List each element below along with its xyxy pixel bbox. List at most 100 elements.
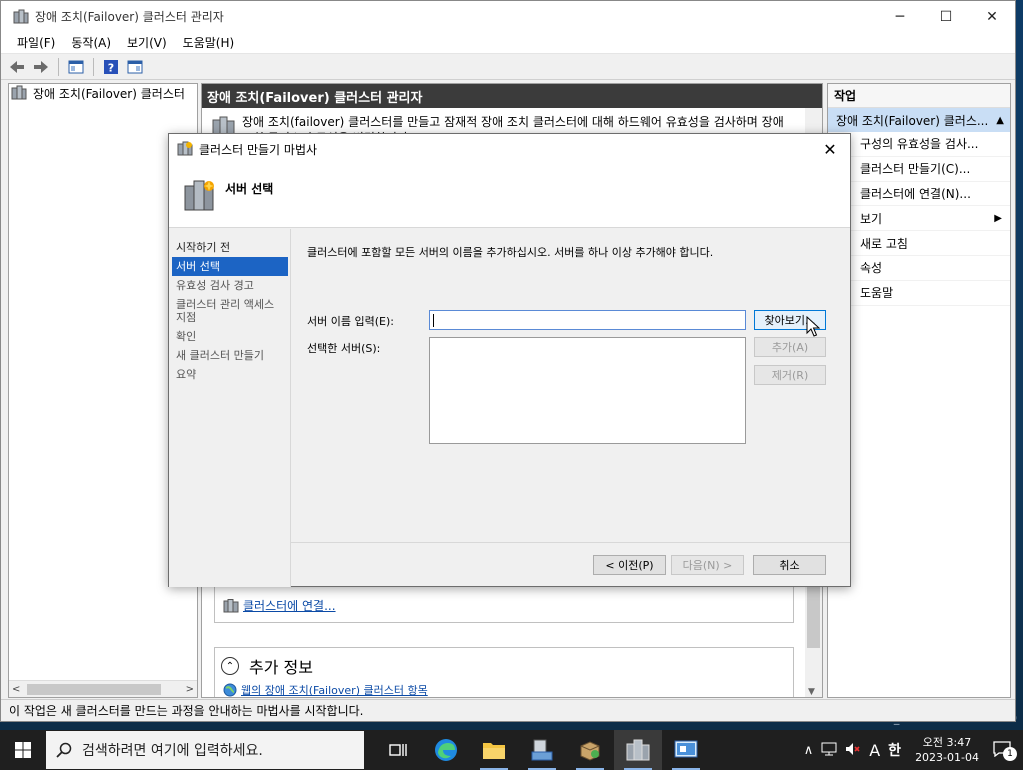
collapse-icon[interactable]: ⌃ <box>221 657 239 675</box>
instruction-text: 클러스터에 포함할 모든 서버의 이름을 추가하십시오. 서버를 하나 이상 추… <box>307 246 714 259</box>
connect-cluster-link[interactable]: 클러스터에 연결... <box>223 597 336 614</box>
remove-button[interactable]: 제거(R) <box>754 365 826 385</box>
action-label: 새로 고침 <box>860 236 908 251</box>
network-icon[interactable] <box>817 742 841 759</box>
console-tree-icon <box>68 60 84 73</box>
search-placeholder: 검색하려면 여기에 입력하세요. <box>82 743 263 759</box>
taskbar-setup-package[interactable] <box>566 730 614 770</box>
taskbar-server-manager[interactable] <box>518 730 566 770</box>
connect-cluster-link-label[interactable]: 클러스터에 연결... <box>243 597 336 614</box>
clock-date: 2023-01-04 <box>915 751 979 764</box>
scroll-thumb[interactable] <box>27 684 161 695</box>
menu-action[interactable]: 동작(A) <box>63 34 119 51</box>
submenu-arrow-icon: ▶ <box>994 212 1002 224</box>
taskbar-file-explorer[interactable] <box>470 730 518 770</box>
create-cluster-wizard: 클러스터 만들기 마법사 ✕ 서버 선택 시작하기 전 서버 선택 유효성 검사… <box>168 133 851 587</box>
taskbar-failover-cluster-manager[interactable] <box>614 730 662 770</box>
wizard-steps: 시작하기 전 서버 선택 유효성 검사 경고 클러스터 관리 액세스 지점 확인… <box>169 229 291 587</box>
cancel-button[interactable]: 취소 <box>753 555 826 575</box>
back-button[interactable] <box>7 57 27 77</box>
action-connect-cluster[interactable]: 클러스터에 연결(N)... <box>828 182 1010 207</box>
action-refresh[interactable]: 새로 고침 <box>828 231 1010 256</box>
mouse-cursor-icon <box>806 316 820 337</box>
server-name-input[interactable] <box>429 310 746 330</box>
actions-pane: 작업 장애 조치(Failover) 클러스... ▲ 구성의 유효성을 검사.… <box>827 83 1011 698</box>
server-manager-icon <box>531 739 553 761</box>
more-info-title: 추가 정보 <box>249 658 313 677</box>
forward-arrow-icon <box>34 60 48 73</box>
window-title: 장애 조치(Failover) 클러스터 관리자 <box>35 10 224 24</box>
scroll-left-icon[interactable]: < <box>12 684 20 695</box>
scroll-right-icon[interactable]: > <box>186 684 194 695</box>
taskbar-remote-desktop[interactable] <box>662 730 710 770</box>
show-tree-button[interactable] <box>66 57 86 77</box>
task-view-icon <box>389 744 407 756</box>
volume-muted-icon[interactable] <box>841 742 865 759</box>
menu-view[interactable]: 보기(V) <box>119 34 175 51</box>
step-select-servers[interactable]: 서버 선택 <box>172 257 288 276</box>
web-topics-link-label[interactable]: 웹의 장애 조치(Failover) 클러스터 항목 <box>241 682 428 697</box>
wizard-close-button[interactable]: ✕ <box>810 140 850 159</box>
forward-button[interactable] <box>31 57 51 77</box>
task-view-button[interactable] <box>374 730 422 770</box>
help-icon: ? <box>104 59 118 74</box>
scroll-down-icon[interactable]: ▼ <box>808 687 815 697</box>
horizontal-scrollbar[interactable]: < > <box>9 680 197 697</box>
ime-mode-indicator[interactable]: A <box>865 741 884 760</box>
selected-servers-list[interactable] <box>429 337 746 444</box>
action-properties[interactable]: 속성 <box>828 256 1010 281</box>
step-creating-cluster: 새 클러스터 만들기 <box>176 349 264 362</box>
more-info-header[interactable]: ⌃ 추가 정보 <box>221 654 313 678</box>
text-caret <box>433 314 434 327</box>
step-validation-warning: 유효성 검사 경고 <box>176 279 254 292</box>
next-button[interactable]: 다음(N) > <box>671 555 744 575</box>
back-arrow-icon <box>10 60 24 73</box>
previous-button[interactable]: < 이전(P) <box>593 555 666 575</box>
toolbar: ? <box>1 54 1015 80</box>
menu-file[interactable]: 파일(F) <box>9 34 63 51</box>
taskbar: 검색하려면 여기에 입력하세요. ∧ A 한 오전 3:47 2023-01-0… <box>0 730 1023 770</box>
action-label: 속성 <box>860 261 883 276</box>
ime-hangul-indicator[interactable]: 한 <box>884 740 905 760</box>
menu-help[interactable]: 도움말(H) <box>175 34 243 51</box>
action-view[interactable]: 보기 ▶ <box>828 206 1010 232</box>
notification-count-badge: 1 <box>1003 746 1017 761</box>
taskbar-search-box[interactable]: 검색하려면 여기에 입력하세요. <box>46 731 364 769</box>
selected-servers-label: 선택한 서버(S): <box>307 342 381 355</box>
maximize-button[interactable]: ☐ <box>923 1 969 32</box>
search-icon <box>56 742 72 758</box>
start-button[interactable] <box>0 730 46 770</box>
windows-logo-icon <box>15 742 31 758</box>
web-topics-link[interactable]: 웹의 장애 조치(Failover) 클러스터 항목 <box>223 682 428 697</box>
step-before-you-begin[interactable]: 시작하기 전 <box>172 238 288 257</box>
wizard-footer: < 이전(P) 다음(N) > 취소 <box>291 542 850 587</box>
action-create-cluster[interactable]: 클러스터 만들기(C)... <box>828 157 1010 182</box>
help-button[interactable]: ? <box>101 57 121 77</box>
taskbar-edge[interactable] <box>422 730 470 770</box>
wizard-title-bar[interactable]: 클러스터 만들기 마법사 ✕ <box>169 134 850 164</box>
server-select-icon <box>184 180 214 211</box>
notification-center-button[interactable]: 1 <box>989 740 1023 761</box>
collapse-up-icon[interactable]: ▲ <box>996 115 1004 126</box>
minimize-button[interactable]: ─ <box>877 1 923 32</box>
svg-text:?: ? <box>108 61 114 74</box>
tree-item-failover-cluster[interactable]: 장애 조치(Failover) 클러스터 <box>9 84 197 102</box>
actions-title: 작업 <box>828 84 1010 108</box>
wizard-title: 클러스터 만들기 마법사 <box>199 142 318 157</box>
action-pane-icon <box>127 60 143 73</box>
actions-group-header[interactable]: 장애 조치(Failover) 클러스... ▲ <box>828 108 1010 132</box>
tree-item-label: 장애 조치(Failover) 클러스터 <box>33 86 185 101</box>
show-action-pane-button[interactable] <box>125 57 145 77</box>
title-bar[interactable]: 장애 조치(Failover) 클러스터 관리자 ─ ☐ ✕ <box>1 1 1015 32</box>
management-box: 클러스터에 연결... <box>214 581 794 623</box>
more-info-box: ⌃ 추가 정보 웹의 장애 조치(Failover) 클러스터 항목 <box>214 647 794 697</box>
action-help[interactable]: 도움말 <box>828 281 1010 306</box>
wizard-cluster-icon <box>177 141 193 156</box>
step-confirmation: 확인 <box>176 330 197 343</box>
action-label: 보기 <box>860 211 883 226</box>
add-button[interactable]: 추가(A) <box>754 337 826 357</box>
show-hidden-icons-icon[interactable]: ∧ <box>800 743 818 758</box>
close-button[interactable]: ✕ <box>969 1 1015 32</box>
action-validate-configuration[interactable]: 구성의 유효성을 검사... <box>828 132 1010 157</box>
taskbar-clock[interactable]: 오전 3:47 2023-01-04 <box>905 735 989 765</box>
